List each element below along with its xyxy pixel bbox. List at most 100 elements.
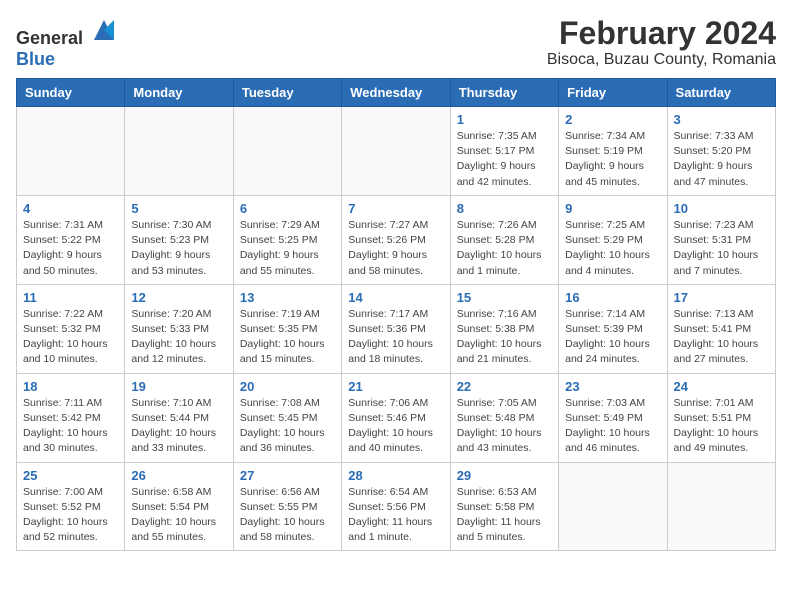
day-info: Sunrise: 7:34 AMSunset: 5:19 PMDaylight:… (565, 129, 660, 190)
calendar-cell: 19Sunrise: 7:10 AMSunset: 5:44 PMDayligh… (125, 373, 233, 462)
day-number: 23 (565, 379, 660, 394)
day-info: Sunrise: 7:16 AMSunset: 5:38 PMDaylight:… (457, 307, 552, 368)
day-number: 5 (131, 201, 226, 216)
calendar-cell: 7 Sunrise: 7:27 AMSunset: 5:26 PMDaylight… (342, 195, 450, 284)
day-info: Sunrise: 7:22 AMSunset: 5:32 PMDaylight:… (23, 307, 118, 368)
main-title: February 2024 (547, 16, 776, 51)
calendar-cell: 5 Sunrise: 7:30 AMSunset: 5:23 PMDaylight… (125, 195, 233, 284)
day-info: Sunrise: 7:29 AMSunset: 5:25 PMDaylight:… (240, 218, 335, 279)
day-info: Sunrise: 6:58 AMSunset: 5:54 PMDaylight:… (131, 485, 226, 546)
day-info: Sunrise: 6:56 AMSunset: 5:55 PMDaylight:… (240, 485, 335, 546)
day-info: Sunrise: 7:17 AMSunset: 5:36 PMDaylight:… (348, 307, 443, 368)
calendar-header-row: SundayMondayTuesdayWednesdayThursdayFrid… (17, 79, 776, 107)
day-number: 21 (348, 379, 443, 394)
calendar-cell: 28 Sunrise: 6:54 AMSunset: 5:56 PMDayligh… (342, 462, 450, 551)
calendar-cell: 24Sunrise: 7:01 AMSunset: 5:51 PMDayligh… (667, 373, 775, 462)
calendar-week-3: 11 Sunrise: 7:22 AMSunset: 5:32 PMDayligh… (17, 284, 776, 373)
calendar-cell: 2 Sunrise: 7:34 AMSunset: 5:19 PMDaylight… (559, 107, 667, 196)
calendar-cell: 17Sunrise: 7:13 AMSunset: 5:41 PMDayligh… (667, 284, 775, 373)
day-info: Sunrise: 7:01 AMSunset: 5:51 PMDaylight:… (674, 396, 769, 457)
calendar-cell (667, 462, 775, 551)
day-number: 26 (131, 468, 226, 483)
calendar-cell: 27Sunrise: 6:56 AMSunset: 5:55 PMDayligh… (233, 462, 341, 551)
calendar-cell: 22 Sunrise: 7:05 AMSunset: 5:48 PMDayligh… (450, 373, 558, 462)
weekday-header-sunday: Sunday (17, 79, 125, 107)
logo-text: General Blue (16, 16, 118, 70)
day-number: 13 (240, 290, 335, 305)
day-number: 7 (348, 201, 443, 216)
day-number: 17 (674, 290, 769, 305)
calendar-week-1: 1 Sunrise: 7:35 AMSunset: 5:17 PMDaylight… (17, 107, 776, 196)
calendar-cell: 11 Sunrise: 7:22 AMSunset: 5:32 PMDayligh… (17, 284, 125, 373)
calendar-cell: 4 Sunrise: 7:31 AMSunset: 5:22 PMDaylight… (17, 195, 125, 284)
day-info: Sunrise: 7:25 AMSunset: 5:29 PMDaylight:… (565, 218, 660, 279)
calendar-cell: 16 Sunrise: 7:14 AMSunset: 5:39 PMDayligh… (559, 284, 667, 373)
calendar-cell: 3Sunrise: 7:33 AMSunset: 5:20 PMDaylight… (667, 107, 775, 196)
day-number: 4 (23, 201, 118, 216)
day-info: Sunrise: 7:27 AMSunset: 5:26 PMDaylight:… (348, 218, 443, 279)
calendar-cell: 15Sunrise: 7:16 AMSunset: 5:38 PMDayligh… (450, 284, 558, 373)
day-number: 22 (457, 379, 552, 394)
calendar-cell: 26 Sunrise: 6:58 AMSunset: 5:54 PMDayligh… (125, 462, 233, 551)
calendar-cell: 25 Sunrise: 7:00 AMSunset: 5:52 PMDayligh… (17, 462, 125, 551)
page-header: General Blue February 2024 Bisoca, Buzau… (16, 16, 776, 70)
day-number: 11 (23, 290, 118, 305)
calendar-cell (342, 107, 450, 196)
logo: General Blue (16, 16, 118, 70)
calendar-cell: 13Sunrise: 7:19 AMSunset: 5:35 PMDayligh… (233, 284, 341, 373)
calendar-cell (233, 107, 341, 196)
weekday-header-tuesday: Tuesday (233, 79, 341, 107)
day-info: Sunrise: 7:20 AMSunset: 5:33 PMDaylight:… (131, 307, 226, 368)
day-info: Sunrise: 7:05 AMSunset: 5:48 PMDaylight:… (457, 396, 552, 457)
day-number: 14 (348, 290, 443, 305)
calendar-cell: 6 Sunrise: 7:29 AMSunset: 5:25 PMDaylight… (233, 195, 341, 284)
calendar-cell: 8Sunrise: 7:26 AMSunset: 5:28 PMDaylight… (450, 195, 558, 284)
day-info: Sunrise: 7:30 AMSunset: 5:23 PMDaylight:… (131, 218, 226, 279)
day-info: Sunrise: 7:06 AMSunset: 5:46 PMDaylight:… (348, 396, 443, 457)
weekday-header-friday: Friday (559, 79, 667, 107)
day-number: 28 (348, 468, 443, 483)
calendar-week-5: 25 Sunrise: 7:00 AMSunset: 5:52 PMDayligh… (17, 462, 776, 551)
day-number: 25 (23, 468, 118, 483)
logo-general: General (16, 28, 83, 48)
calendar-cell: 23Sunrise: 7:03 AMSunset: 5:49 PMDayligh… (559, 373, 667, 462)
weekday-header-thursday: Thursday (450, 79, 558, 107)
calendar-cell (17, 107, 125, 196)
calendar-cell: 10 Sunrise: 7:23 AMSunset: 5:31 PMDayligh… (667, 195, 775, 284)
calendar-cell: 14 Sunrise: 7:17 AMSunset: 5:36 PMDayligh… (342, 284, 450, 373)
weekday-header-saturday: Saturday (667, 79, 775, 107)
day-number: 6 (240, 201, 335, 216)
calendar-cell: 18Sunrise: 7:11 AMSunset: 5:42 PMDayligh… (17, 373, 125, 462)
calendar-cell: 20Sunrise: 7:08 AMSunset: 5:45 PMDayligh… (233, 373, 341, 462)
day-info: Sunrise: 7:14 AMSunset: 5:39 PMDaylight:… (565, 307, 660, 368)
day-info: Sunrise: 6:54 AMSunset: 5:56 PMDaylight:… (348, 485, 443, 546)
day-number: 3 (674, 112, 769, 127)
day-info: Sunrise: 7:10 AMSunset: 5:44 PMDaylight:… (131, 396, 226, 457)
subtitle: Bisoca, Buzau County, Romania (547, 51, 776, 69)
day-number: 29 (457, 468, 552, 483)
day-info: Sunrise: 7:23 AMSunset: 5:31 PMDaylight:… (674, 218, 769, 279)
calendar-table: SundayMondayTuesdayWednesdayThursdayFrid… (16, 78, 776, 551)
day-number: 1 (457, 112, 552, 127)
day-info: Sunrise: 7:00 AMSunset: 5:52 PMDaylight:… (23, 485, 118, 546)
calendar-week-2: 4 Sunrise: 7:31 AMSunset: 5:22 PMDaylight… (17, 195, 776, 284)
day-info: Sunrise: 7:31 AMSunset: 5:22 PMDaylight:… (23, 218, 118, 279)
day-number: 12 (131, 290, 226, 305)
title-area: February 2024 Bisoca, Buzau County, Roma… (547, 16, 776, 69)
day-number: 8 (457, 201, 552, 216)
logo-blue: Blue (16, 49, 55, 69)
day-number: 10 (674, 201, 769, 216)
day-number: 18 (23, 379, 118, 394)
calendar-week-4: 18Sunrise: 7:11 AMSunset: 5:42 PMDayligh… (17, 373, 776, 462)
day-number: 2 (565, 112, 660, 127)
calendar-cell: 29Sunrise: 6:53 AMSunset: 5:58 PMDayligh… (450, 462, 558, 551)
weekday-header-monday: Monday (125, 79, 233, 107)
day-info: Sunrise: 7:35 AMSunset: 5:17 PMDaylight:… (457, 129, 552, 190)
calendar-cell: 9Sunrise: 7:25 AMSunset: 5:29 PMDaylight… (559, 195, 667, 284)
weekday-header-wednesday: Wednesday (342, 79, 450, 107)
calendar-cell: 12 Sunrise: 7:20 AMSunset: 5:33 PMDayligh… (125, 284, 233, 373)
calendar-cell (125, 107, 233, 196)
day-number: 16 (565, 290, 660, 305)
calendar-cell (559, 462, 667, 551)
calendar-cell: 1 Sunrise: 7:35 AMSunset: 5:17 PMDaylight… (450, 107, 558, 196)
